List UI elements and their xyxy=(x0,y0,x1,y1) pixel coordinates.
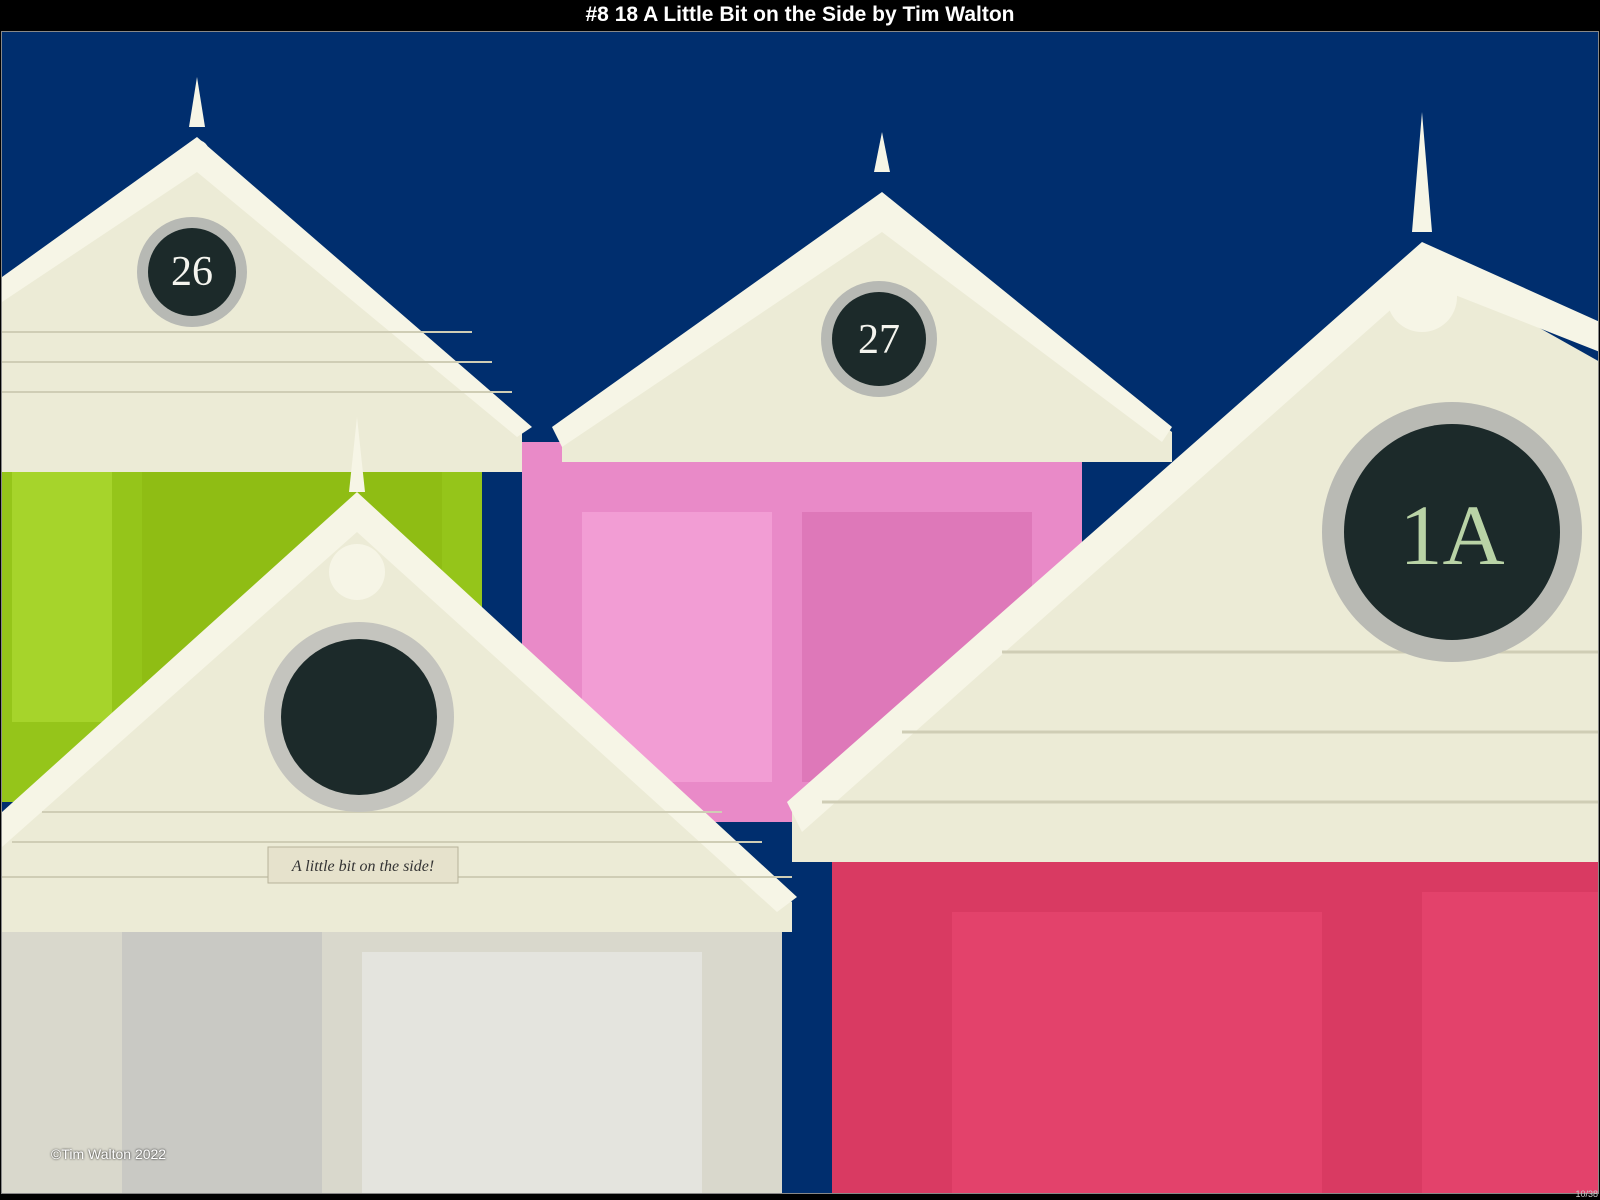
hut-number-27: 27 xyxy=(858,317,900,363)
photo-title: #8 18 A Little Bit on the Side by Tim Wa… xyxy=(0,0,1600,31)
slide-counter: 10/38 xyxy=(1575,1189,1598,1199)
beach-huts-photo: 26 27 1A A little bit on the side! xyxy=(1,31,1599,1194)
hut-number-26: 26 xyxy=(171,249,213,295)
copyright-text: ©Tim Walton 2022 xyxy=(51,1146,167,1162)
hut-number-1a: 1A xyxy=(1399,487,1504,583)
hut-sign-text: A little bit on the side! xyxy=(291,858,434,875)
